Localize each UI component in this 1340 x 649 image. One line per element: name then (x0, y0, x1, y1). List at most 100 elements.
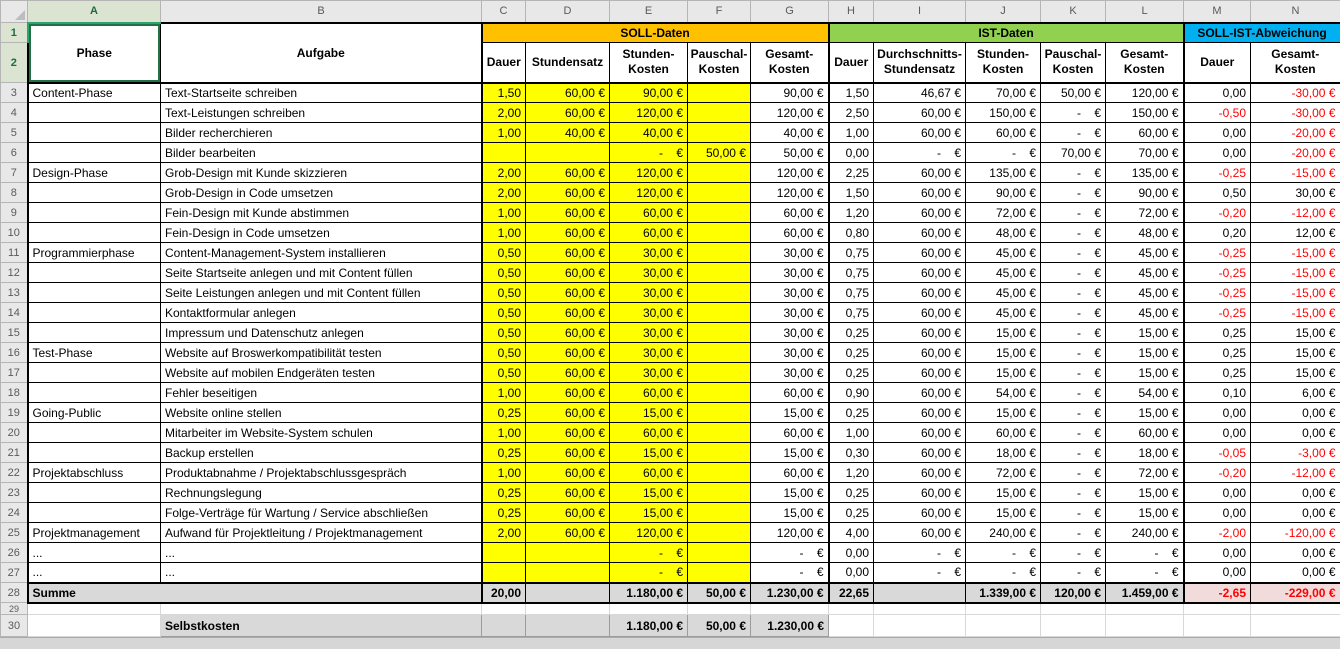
cell-M23[interactable]: 0,00 (1184, 483, 1251, 503)
cell-C5[interactable]: 1,00 (482, 123, 526, 143)
cell-D13[interactable]: 60,00 € (526, 283, 610, 303)
cell-D25[interactable]: 60,00 € (526, 523, 610, 543)
cell-D27[interactable] (526, 563, 610, 583)
header-L2[interactable]: Gesamt- Kosten (1106, 43, 1184, 83)
cell-J20[interactable]: 60,00 € (966, 423, 1041, 443)
cell-K25[interactable]: - € (1041, 523, 1106, 543)
cell-A7[interactable]: Design-Phase (28, 163, 161, 183)
cell-F27[interactable] (688, 563, 751, 583)
cell-F5[interactable] (688, 123, 751, 143)
cell-E27[interactable]: - € (610, 563, 688, 583)
cell-N5[interactable]: -20,00 € (1251, 123, 1340, 143)
cell-E26[interactable]: - € (610, 543, 688, 563)
cell-E14[interactable]: 30,00 € (610, 303, 688, 323)
cell-A5[interactable] (28, 123, 161, 143)
cell-A10[interactable] (28, 223, 161, 243)
cell-L26[interactable]: - € (1106, 543, 1184, 563)
cell-I8[interactable]: 60,00 € (874, 183, 966, 203)
cell-H5[interactable]: 1,00 (829, 123, 874, 143)
column-header-B[interactable]: B (161, 1, 482, 23)
cell-B8[interactable]: Grob-Design in Code umsetzen (161, 183, 482, 203)
cell-D19[interactable]: 60,00 € (526, 403, 610, 423)
cell-F22[interactable] (688, 463, 751, 483)
column-header-D[interactable]: D (526, 1, 610, 23)
cell-E28[interactable]: 1.180,00 € (610, 583, 688, 603)
cell-J15[interactable]: 15,00 € (966, 323, 1041, 343)
cell-K7[interactable]: - € (1041, 163, 1106, 183)
cell-A20[interactable] (28, 423, 161, 443)
cell-N24[interactable]: 0,00 € (1251, 503, 1340, 523)
cell-N9[interactable]: -12,00 € (1251, 203, 1340, 223)
column-header-M[interactable]: M (1184, 1, 1251, 23)
cell-J21[interactable]: 18,00 € (966, 443, 1041, 463)
row-header-17[interactable]: 17 (1, 363, 28, 383)
cell-M18[interactable]: 0,10 (1184, 383, 1251, 403)
cell-D22[interactable]: 60,00 € (526, 463, 610, 483)
cell-N7[interactable]: -15,00 € (1251, 163, 1340, 183)
cell-N6[interactable]: -20,00 € (1251, 143, 1340, 163)
cell-G30[interactable]: 1.230,00 € (751, 615, 829, 637)
cell-M13[interactable]: -0,25 (1184, 283, 1251, 303)
row-header-7[interactable]: 7 (1, 163, 28, 183)
cell-F9[interactable] (688, 203, 751, 223)
select-all-button[interactable] (1, 1, 28, 23)
cell-H29[interactable] (829, 603, 874, 615)
cell-B17[interactable]: Website auf mobilen Endgeräten testen (161, 363, 482, 383)
cell-B3[interactable]: Text-Startseite schreiben (161, 83, 482, 103)
cell-A17[interactable] (28, 363, 161, 383)
cell-E16[interactable]: 30,00 € (610, 343, 688, 363)
cell-I15[interactable]: 60,00 € (874, 323, 966, 343)
cell-J7[interactable]: 135,00 € (966, 163, 1041, 183)
cell-B18[interactable]: Fehler beseitigen (161, 383, 482, 403)
column-header-N[interactable]: N (1251, 1, 1340, 23)
cell-E29[interactable] (610, 603, 688, 615)
cell-A28-summe[interactable]: Summe (28, 583, 482, 603)
cell-F23[interactable] (688, 483, 751, 503)
cell-K29[interactable] (1041, 603, 1106, 615)
cell-C9[interactable]: 1,00 (482, 203, 526, 223)
cell-H20[interactable]: 1,00 (829, 423, 874, 443)
cell-H3[interactable]: 1,50 (829, 83, 874, 103)
cell-D7[interactable]: 60,00 € (526, 163, 610, 183)
cell-C7[interactable]: 2,00 (482, 163, 526, 183)
cell-E9[interactable]: 60,00 € (610, 203, 688, 223)
cell-N8[interactable]: 30,00 € (1251, 183, 1340, 203)
cell-G16[interactable]: 30,00 € (751, 343, 829, 363)
cell-E7[interactable]: 120,00 € (610, 163, 688, 183)
cell-M8[interactable]: 0,50 (1184, 183, 1251, 203)
cell-B9[interactable]: Fein-Design mit Kunde abstimmen (161, 203, 482, 223)
cell-A16[interactable]: Test-Phase (28, 343, 161, 363)
cell-L25[interactable]: 240,00 € (1106, 523, 1184, 543)
cell-M27[interactable]: 0,00 (1184, 563, 1251, 583)
column-header-I[interactable]: I (874, 1, 966, 23)
cell-J3[interactable]: 70,00 € (966, 83, 1041, 103)
cell-C10[interactable]: 1,00 (482, 223, 526, 243)
cell-A15[interactable] (28, 323, 161, 343)
cell-M14[interactable]: -0,25 (1184, 303, 1251, 323)
cell-M4[interactable]: -0,50 (1184, 103, 1251, 123)
cell-I25[interactable]: 60,00 € (874, 523, 966, 543)
cell-J5[interactable]: 60,00 € (966, 123, 1041, 143)
column-header-G[interactable]: G (751, 1, 829, 23)
cell-A12[interactable] (28, 263, 161, 283)
cell-F24[interactable] (688, 503, 751, 523)
cell-L13[interactable]: 45,00 € (1106, 283, 1184, 303)
cell-D10[interactable]: 60,00 € (526, 223, 610, 243)
row-header-25[interactable]: 25 (1, 523, 28, 543)
cell-M28[interactable]: -2,65 (1184, 583, 1251, 603)
row-header-8[interactable]: 8 (1, 183, 28, 203)
cell-C16[interactable]: 0,50 (482, 343, 526, 363)
cell-J17[interactable]: 15,00 € (966, 363, 1041, 383)
cell-H18[interactable]: 0,90 (829, 383, 874, 403)
column-header-J[interactable]: J (966, 1, 1041, 23)
cell-J13[interactable]: 45,00 € (966, 283, 1041, 303)
cell-K28[interactable]: 120,00 € (1041, 583, 1106, 603)
cell-H22[interactable]: 1,20 (829, 463, 874, 483)
cell-D18[interactable]: 60,00 € (526, 383, 610, 403)
cell-E4[interactable]: 120,00 € (610, 103, 688, 123)
cell-H7[interactable]: 2,25 (829, 163, 874, 183)
cell-G9[interactable]: 60,00 € (751, 203, 829, 223)
cell-N26[interactable]: 0,00 € (1251, 543, 1340, 563)
cell-E21[interactable]: 15,00 € (610, 443, 688, 463)
cell-B25[interactable]: Aufwand für Projektleitung / Projektmana… (161, 523, 482, 543)
